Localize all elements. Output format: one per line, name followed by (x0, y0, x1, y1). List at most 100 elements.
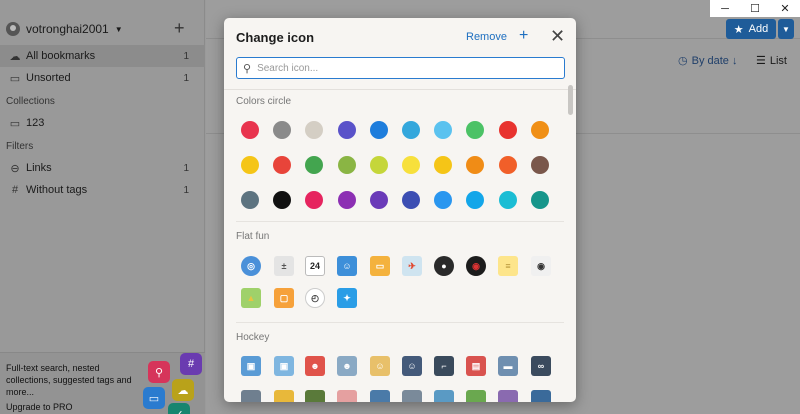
pro-promo[interactable]: Full-text search, nested collections, su… (0, 352, 205, 414)
calendar-icon[interactable]: 24 (305, 256, 325, 276)
color-circle-swatch[interactable] (498, 191, 517, 209)
color-circle-swatch[interactable] (498, 156, 517, 174)
color-circle-swatch[interactable] (530, 121, 549, 139)
color-circle-swatch[interactable] (241, 191, 259, 209)
image-icon[interactable]: ▲ (241, 288, 261, 308)
sidebar-item-all-bookmarks[interactable]: ☁ All bookmarks 1 (0, 45, 205, 67)
skate-icon[interactable]: ⌐ (434, 356, 454, 376)
color-circle-swatch[interactable] (305, 156, 324, 174)
hockey-icon[interactable] (531, 390, 551, 402)
calculator-icon[interactable]: ± (274, 256, 294, 276)
remove-button[interactable]: Remove (466, 31, 507, 43)
color-circle-swatch[interactable] (337, 121, 356, 139)
scoreboard-icon[interactable]: ▤ (466, 356, 486, 376)
add-icon-button[interactable]: + (519, 27, 528, 45)
color-circle-swatch[interactable] (337, 191, 356, 209)
collections-heading: Collections (6, 96, 55, 107)
color-circle-swatch[interactable] (530, 156, 549, 174)
close-window-icon[interactable]: ✕ (770, 0, 800, 17)
add-collection-icon[interactable]: + (174, 18, 185, 39)
add-dropdown-button[interactable]: ▼ (778, 19, 794, 39)
sidebar-item-without-tags[interactable]: # Without tags 1 (0, 179, 205, 201)
color-circle-swatch[interactable] (337, 156, 356, 174)
color-circle-swatch[interactable] (530, 191, 549, 209)
zamboni-icon[interactable]: ▬ (498, 356, 518, 376)
referee-icon[interactable]: ☺ (402, 356, 422, 376)
cloud-icon: ☁ (172, 379, 194, 401)
color-circle-swatch[interactable] (402, 191, 420, 209)
minimize-icon[interactable]: ─ (710, 0, 740, 17)
twitter-icon[interactable]: ✦ (337, 288, 357, 308)
chat-icon[interactable]: ● (434, 256, 454, 276)
scrollbar[interactable] (568, 85, 573, 115)
shopping-bag-icon[interactable]: ▢ (274, 288, 294, 308)
avatar (6, 22, 20, 36)
hockey-gear-icon[interactable]: ▣ (274, 356, 294, 376)
color-circle-swatch[interactable] (241, 121, 259, 139)
hockey-player-icon[interactable]: ☻ (305, 356, 325, 376)
color-circle-swatch[interactable] (434, 121, 453, 139)
clock-icon[interactable]: ◴ (305, 288, 325, 308)
contacts-icon[interactable]: ☺ (337, 256, 357, 276)
color-circle-swatch[interactable] (466, 191, 485, 209)
map-icon[interactable]: ✈ (402, 256, 422, 276)
hockey-jersey-icon[interactable]: ▣ (241, 356, 261, 376)
item-count: 1 (183, 72, 189, 84)
sidebar-item-links[interactable]: ⊖ Links 1 (0, 157, 205, 179)
maximize-icon[interactable]: ☐ (740, 0, 770, 17)
window-controls: ─ ☐ ✕ (710, 0, 800, 17)
globe-icon[interactable]: ◎ (241, 256, 261, 276)
color-circle-swatch[interactable] (466, 156, 485, 174)
hockey-icon[interactable] (370, 390, 390, 402)
promo-text: Full-text search, nested collections, su… (6, 363, 132, 397)
add-button[interactable]: ★ Add (726, 19, 776, 39)
color-circle-swatch[interactable] (434, 191, 453, 209)
color-circle-swatch[interactable] (305, 121, 324, 139)
goalie-mask-icon[interactable]: ☻ (337, 356, 357, 376)
fan-icon[interactable]: ☺ (370, 356, 390, 376)
upgrade-link[interactable]: Upgrade to PRO (6, 402, 73, 412)
color-circle-swatch[interactable] (369, 121, 388, 139)
hockey-icon[interactable] (274, 390, 294, 402)
color-circle-swatch[interactable] (466, 121, 485, 139)
sidebar-item-label: Unsorted (26, 72, 71, 84)
chevron-down-icon: ▼ (114, 24, 123, 34)
color-circle-swatch[interactable] (273, 191, 292, 209)
color-circle-swatch[interactable] (241, 156, 259, 174)
view-mode-button[interactable]: ☰ List (756, 54, 787, 68)
color-circle-swatch[interactable] (369, 156, 388, 174)
hockey-icon[interactable] (337, 390, 357, 402)
folder-icon[interactable]: ▭ (370, 256, 390, 276)
hockey-icon[interactable] (434, 390, 454, 402)
hockey-icon[interactable] (466, 390, 486, 402)
notes-icon[interactable]: ≡ (498, 256, 518, 276)
sidebar-item-collection[interactable]: ▭ 123 (0, 112, 205, 134)
color-circle-swatch[interactable] (305, 191, 324, 209)
hockey-icon[interactable] (402, 390, 422, 402)
color-circle-swatch[interactable] (402, 121, 420, 139)
item-count: 1 (183, 162, 189, 174)
cloud-icon: ☁ (9, 50, 21, 63)
vinyl-record-icon[interactable]: ◉ (466, 256, 486, 276)
camera-icon[interactable]: ◉ (531, 256, 551, 276)
clock-icon: ◷ (678, 55, 688, 67)
item-count: 1 (183, 50, 189, 62)
color-circle-swatch[interactable] (273, 121, 292, 139)
color-circle-swatch[interactable] (369, 191, 388, 209)
binoculars-icon[interactable]: ∞ (531, 356, 551, 376)
sidebar-item-unsorted[interactable]: ▭ Unsorted 1 (0, 67, 205, 89)
color-circle-swatch[interactable] (434, 156, 453, 174)
color-circle-swatch[interactable] (273, 156, 292, 174)
hockey-icon[interactable] (498, 390, 518, 402)
search-input[interactable] (257, 62, 548, 74)
sort-button[interactable]: ◷ By date ↓ (678, 54, 738, 68)
close-icon[interactable]: ✕ (550, 26, 565, 47)
color-circle-swatch[interactable] (498, 121, 517, 139)
view-label: List (769, 54, 787, 67)
search-box: ⚲ (236, 57, 565, 79)
user-menu[interactable]: votronghai2001 ▼ (6, 20, 123, 38)
hockey-icon[interactable] (305, 390, 325, 402)
sort-label: By date ↓ (691, 54, 738, 67)
hockey-icon[interactable] (241, 390, 261, 402)
color-circle-swatch[interactable] (402, 156, 420, 174)
